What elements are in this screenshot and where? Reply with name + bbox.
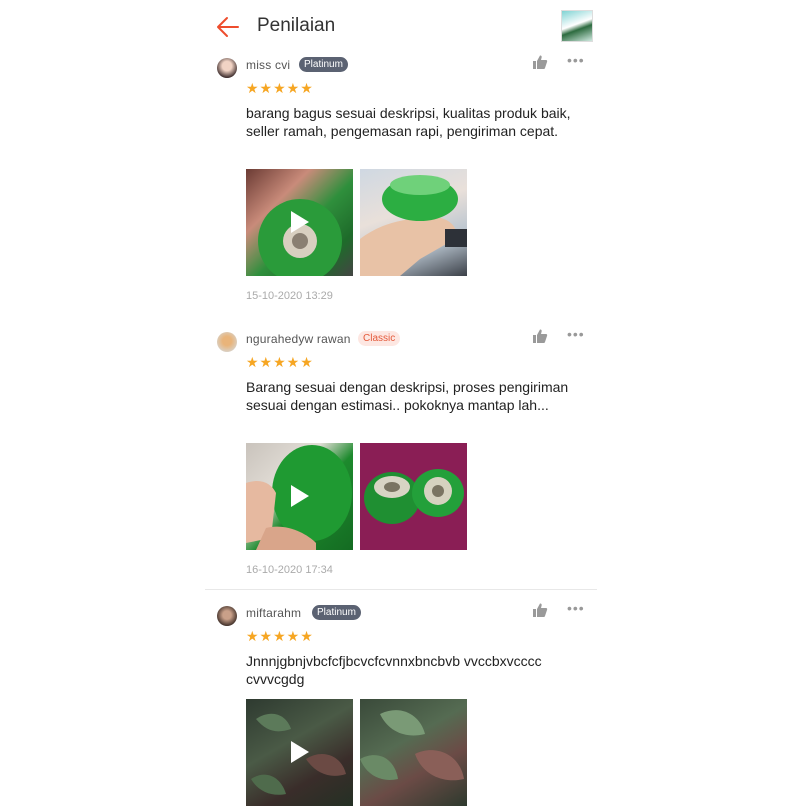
member-badge: Classic (358, 331, 401, 346)
play-icon (291, 211, 309, 233)
thumbs-up-icon[interactable] (532, 328, 548, 344)
arrow-left-icon[interactable] (215, 14, 241, 40)
review-text: Barang sesuai dengan deskripsi, proses p… (246, 379, 569, 413)
avatar[interactable] (217, 58, 237, 78)
review-photo[interactable] (360, 699, 467, 806)
username[interactable]: miss cvi (246, 58, 290, 72)
avatar[interactable] (217, 332, 237, 352)
username[interactable]: miftarahm (246, 606, 301, 620)
review-video[interactable] (246, 443, 353, 550)
play-icon (291, 741, 309, 763)
ratings-page: Penilaian miss cvi Platinum ••• ★★★★★ ba… (205, 0, 597, 806)
thumbs-up-icon[interactable] (532, 54, 548, 70)
thumbs-up-icon[interactable] (532, 602, 548, 618)
product-thumbnail[interactable] (561, 10, 593, 42)
review-text: Jnnnjgbnjvbcfcfjbcvcfcvnnxbncbvb vvccbxv… (246, 653, 542, 687)
play-icon (291, 485, 309, 507)
review-video[interactable] (246, 169, 353, 276)
divider (205, 589, 597, 590)
more-dots-icon[interactable]: ••• (567, 326, 585, 342)
username[interactable]: ngurahedyw rawan (246, 332, 351, 346)
avatar[interactable] (217, 606, 237, 626)
review-photo[interactable] (360, 169, 467, 276)
member-badge: Platinum (312, 605, 361, 620)
review-date: 16-10-2020 17:34 (246, 564, 333, 576)
more-dots-icon[interactable]: ••• (567, 52, 585, 68)
page-title: Penilaian (257, 15, 336, 36)
star-rating: ★★★★★ (246, 80, 314, 96)
review-photo[interactable] (360, 443, 467, 550)
review-date: 15-10-2020 13:29 (246, 290, 333, 302)
member-badge: Platinum (299, 57, 348, 72)
star-rating: ★★★★★ (246, 628, 314, 644)
review-text: barang bagus sesuai deskripsi, kualitas … (246, 105, 571, 139)
review-video[interactable] (246, 699, 353, 806)
more-dots-icon[interactable]: ••• (567, 600, 585, 616)
header: Penilaian (205, 0, 597, 52)
star-rating: ★★★★★ (246, 354, 314, 370)
